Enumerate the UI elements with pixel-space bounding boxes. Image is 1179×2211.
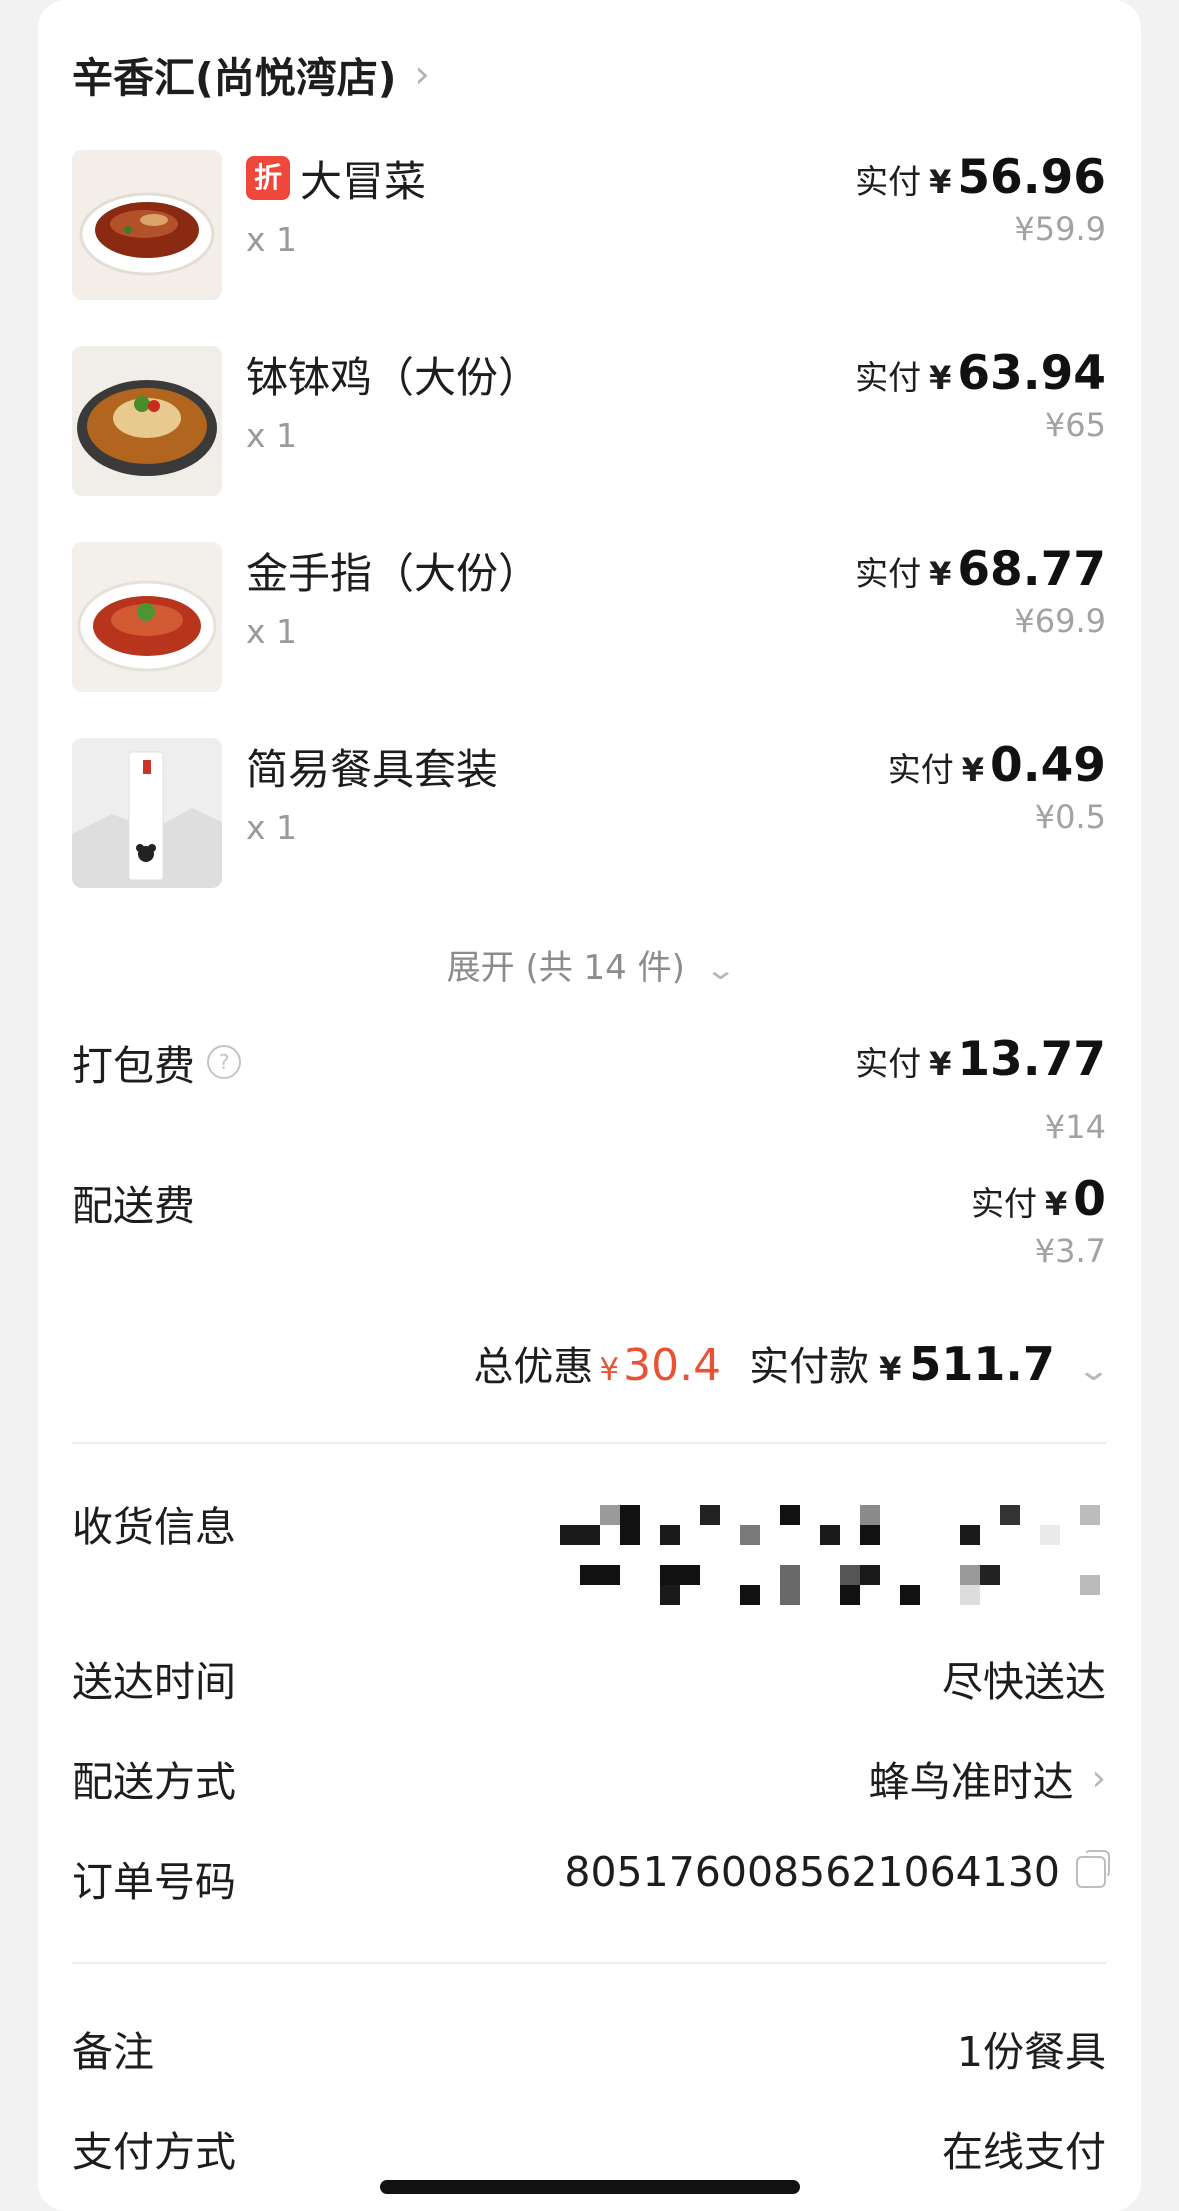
dish-maocai-image [72,150,222,300]
divider [72,1442,1106,1444]
item-quantity: x 1 [246,416,298,455]
item-quantity: x 1 [246,612,298,651]
dish-golden-finger-image [72,542,222,692]
order-item[interactable]: 折大冒菜 x 1 实付 ¥56.96 ¥59.9 [72,150,1106,300]
dish-bobo-chicken-image [72,346,222,496]
delivery-fee-paid: 实付 ¥0 [971,1172,1106,1227]
delivery-method-row[interactable]: 配送方式 蜂鸟准时达 › [72,1748,1106,1808]
item-paid-price: 实付 ¥0.49 [887,738,1106,793]
paid-total-label: 实付款 [749,1344,870,1390]
item-paid-price: 实付 ¥68.77 [855,542,1106,597]
item-name: 简易餐具套装 [246,744,499,794]
item-quantity: x 1 [246,808,298,847]
order-item[interactable]: 简易餐具套装 x 1 实付 ¥0.49 ¥0.5 [72,738,1106,888]
order-number-row: 订单号码 8051760085621064130 [72,1848,1110,1908]
delivery-fee-label: 配送费 [72,1182,195,1230]
redacted-address [560,1495,1106,1605]
note-row: 备注 1份餐具 [72,2018,1106,2078]
divider [72,1962,1106,1964]
payment-method-row: 支付方式 在线支付 [72,2118,1106,2178]
item-original-price: ¥0.5 [1034,798,1106,836]
expand-items-button[interactable]: 展开 (共 14 件) ⌄ [0,940,1179,989]
delivery-method-value: 蜂鸟准时达 [868,1758,1074,1806]
chevron-down-icon: ⌄ [704,953,738,986]
delivery-time-value: 尽快送达 [942,1658,1106,1706]
delivery-method-label: 配送方式 [72,1758,236,1806]
order-item[interactable]: 钵钵鸡（大份） x 1 实付 ¥63.94 ¥65 [72,346,1106,496]
paid-total-amount: 511.7 [909,1337,1055,1391]
help-icon[interactable]: ? [207,1045,241,1079]
home-indicator[interactable] [380,2180,800,2194]
packing-fee-original: ¥14 [1044,1108,1106,1146]
item-paid-price: 实付 ¥56.96 [855,150,1106,205]
item-name: 金手指（大份） [246,548,541,598]
item-paid-price: 实付 ¥63.94 [855,346,1106,401]
packing-fee-paid: 实付 ¥13.77 [855,1032,1106,1087]
payment-method-label: 支付方式 [72,2128,236,2176]
item-original-price: ¥65 [1044,406,1106,444]
delivery-time-label: 送达时间 [72,1658,236,1706]
tableware-set-image [72,738,222,888]
order-summary[interactable]: 总优惠 ¥ 30.4 实付款 ¥ 511.7 ⌄ [473,1334,1111,1394]
total-discount-label: 总优惠 [473,1344,594,1390]
chevron-down-icon: ⌄ [1075,1353,1112,1388]
order-item[interactable]: 金手指（大份） x 1 实付 ¥68.77 ¥69.9 [72,542,1106,692]
delivery-fee-original: ¥3.7 [1034,1232,1106,1270]
chevron-right-icon: › [1091,1757,1106,1799]
total-discount-amount: 30.4 [623,1340,722,1391]
shop-name: 辛香汇(尚悦湾店) [72,54,397,102]
packing-fee-row: 打包费? 实付 ¥13.77 ¥14 [72,1032,1106,1146]
order-number-value: 8051760085621064130 [564,1848,1060,1896]
note-value: 1份餐具 [956,2028,1106,2076]
payment-method-value: 在线支付 [942,2128,1106,2176]
packing-fee-label: 打包费 [72,1042,195,1090]
order-number-label: 订单号码 [72,1858,236,1906]
item-name: 折大冒菜 [246,150,426,206]
chevron-right-icon: › [414,52,430,96]
delivery-time-row: 送达时间 尽快送达 [72,1648,1106,1708]
shop-header[interactable]: 辛香汇(尚悦湾店) › [72,44,430,104]
address-label: 收货信息 [72,1503,236,1551]
delivery-fee-row: 配送费 实付 ¥0 ¥3.7 [72,1172,1106,1270]
discount-tag: 折 [246,156,290,200]
item-original-price: ¥69.9 [1014,602,1106,640]
copy-icon[interactable] [1076,1850,1110,1888]
item-name: 钵钵鸡（大份） [246,352,541,402]
item-original-price: ¥59.9 [1014,210,1106,248]
item-quantity: x 1 [246,220,298,259]
note-label: 备注 [72,2028,154,2076]
